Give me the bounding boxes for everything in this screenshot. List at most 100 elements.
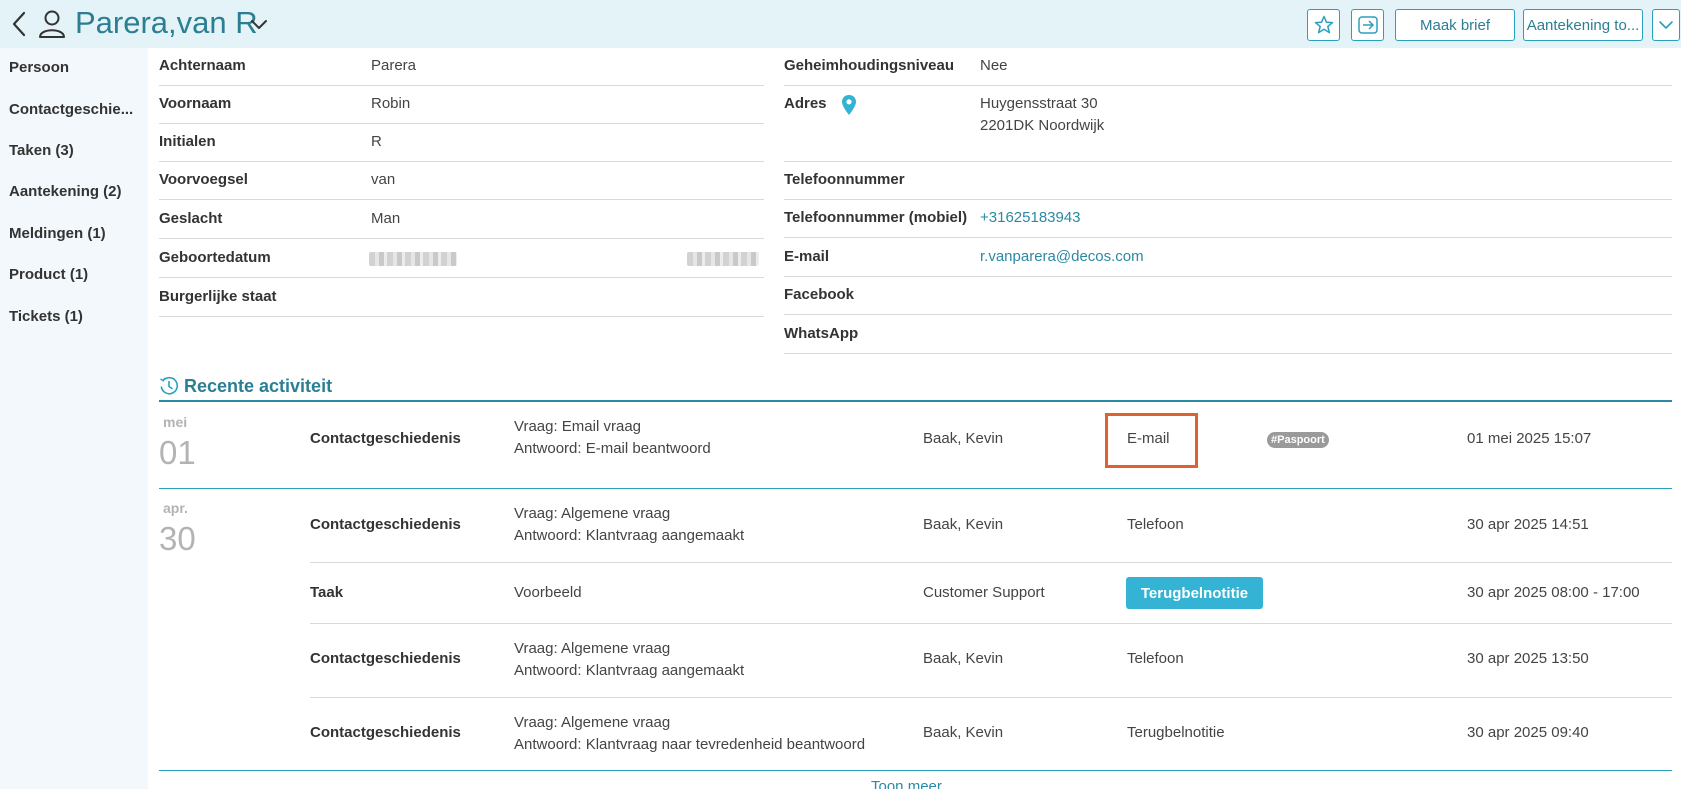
field-label: Initialen [159,133,216,150]
section-title: Recente activiteit [184,376,333,396]
more-actions-button[interactable] [1652,9,1680,41]
activity-type: Taak [310,584,344,601]
sidebar-item-tickets[interactable]: Tickets (1) [9,308,83,325]
activity-line2: Antwoord: E-mail beantwoord [514,440,711,457]
address-line1: Huygensstraat 30 [980,95,1098,112]
group-divider [159,488,1672,489]
detail-row: Telefoonnummer (mobiel) +31625183943 [784,200,1672,238]
mobile-phone-link[interactable]: +31625183943 [980,209,1081,226]
favorite-button[interactable] [1307,9,1340,41]
sidebar-item-taken[interactable]: Taken (3) [9,142,74,159]
person-icon [39,10,65,38]
chevron-down-icon [1659,21,1673,29]
detail-row: Initialen R [159,124,764,162]
activity-person: Baak, Kevin [923,430,1004,447]
highlight-box [1105,413,1198,468]
field-label: Burgerlijke staat [159,288,277,305]
map-pin-icon[interactable] [841,94,857,116]
activity-person: Customer Support [923,584,1045,601]
page-title: Parera,van R [75,5,258,40]
header: Parera,van R Maak brief Aantekening to..… [0,0,1681,48]
field-label: Voornaam [159,95,232,112]
back-arrow-icon[interactable] [8,9,30,39]
note-button[interactable]: Aantekening to... [1523,9,1643,41]
activity-type: Contactgeschiedenis [310,516,461,533]
task-type-badge: Terugbelnotitie [1126,577,1263,609]
sidebar-item-contactgeschiedenis[interactable]: Contactgeschie... [9,101,133,118]
redacted-age [687,252,759,266]
detail-row: Achternaam Parera [159,48,764,86]
list-end-divider [159,770,1672,771]
detail-row: E-mail r.vanparera@decos.com [784,239,1672,277]
field-label: Geslacht [159,210,223,227]
activity-date: 01 mei 2025 15:07 [1467,430,1592,447]
redacted-birthdate [369,252,457,266]
activity-line1: Vraag: Email vraag [514,418,642,435]
detail-row: WhatsApp [784,316,1672,354]
sidebar: Persoon Contactgeschie... Taken (3) Aant… [0,48,148,789]
activity-person: Baak, Kevin [923,724,1004,741]
detail-row: Geslacht Man [159,201,764,239]
field-label: Achternaam [159,57,246,74]
history-clock-icon [160,376,178,395]
activity-line1: Vraag: Algemene vraag [514,640,671,657]
email-link[interactable]: r.vanparera@decos.com [980,248,1144,265]
activity-channel: Terugbelnotitie [1127,724,1225,741]
field-value: Man [371,210,401,227]
row-divider [310,697,1672,698]
activity-line1: Vraag: Algemene vraag [514,505,671,522]
activity-channel: Telefoon [1127,516,1184,533]
field-label: WhatsApp [784,325,859,342]
sidebar-item-persoon[interactable]: Persoon [9,59,69,76]
field-label: Facebook [784,286,855,303]
detail-row: Telefoonnummer [784,162,1672,200]
detail-row: Burgerlijke staat [159,279,764,317]
field-label: Telefoonnummer (mobiel) [784,209,968,226]
date-month: apr. [163,500,188,516]
detail-row: Voorvoegsel van [159,162,764,200]
section-divider [159,400,1672,402]
activity-line1: Vraag: Algemene vraag [514,714,671,731]
row-divider [310,623,1672,624]
date-month: mei [163,414,188,430]
show-more-link[interactable]: Toon meer [871,778,942,789]
export-button[interactable] [1351,9,1384,41]
make-letter-button[interactable]: Maak brief [1395,9,1515,41]
activity-person: Baak, Kevin [923,516,1004,533]
detail-row: Geboortedatum [159,240,764,278]
activity-date: 30 apr 2025 09:40 [1467,724,1589,741]
field-value: van [371,171,396,188]
sidebar-item-meldingen[interactable]: Meldingen (1) [9,225,106,242]
activity-line2: Antwoord: Klantvraag aangemaakt [514,527,745,544]
field-value: R [371,133,382,150]
field-label: Telefoonnummer [784,171,905,188]
detail-row: Facebook [784,277,1672,315]
detail-row: Voornaam Robin [159,86,764,124]
address-line2: 2201DK Noordwijk [980,117,1105,134]
chevron-down-icon[interactable] [249,15,269,35]
activity-date: 30 apr 2025 14:51 [1467,516,1589,533]
activity-person: Baak, Kevin [923,650,1004,667]
field-value: Robin [371,95,411,112]
activity-date: 30 apr 2025 13:50 [1467,650,1589,667]
star-icon [1314,15,1333,34]
detail-row: Adres Huygensstraat 30 2201DK Noordwijk [784,86,1672,162]
tag-badge: #Paspoort [1267,432,1329,448]
sidebar-item-product[interactable]: Product (1) [9,266,88,283]
sidebar-item-aantekening[interactable]: Aantekening (2) [9,183,122,200]
field-value: Nee [980,57,1008,74]
activity-line2: Antwoord: Klantvraag aangemaakt [514,662,745,679]
date-day: 30 [159,520,196,557]
activity-line2: Antwoord: Klantvraag naar tevredenheid b… [514,736,866,753]
detail-row: Geheimhoudingsniveau Nee [784,48,1672,86]
activity-type: Contactgeschiedenis [310,430,461,447]
field-label: Adres [784,95,827,112]
activity-channel: Telefoon [1127,650,1184,667]
activity-type: Contactgeschiedenis [310,650,461,667]
field-label: Geboortedatum [159,249,271,266]
field-label: Voorvoegsel [159,171,248,188]
field-label: E-mail [784,248,830,265]
activity-date: 30 apr 2025 08:00 - 17:00 [1467,584,1640,601]
exit-icon [1357,16,1378,34]
row-divider [310,562,1672,563]
